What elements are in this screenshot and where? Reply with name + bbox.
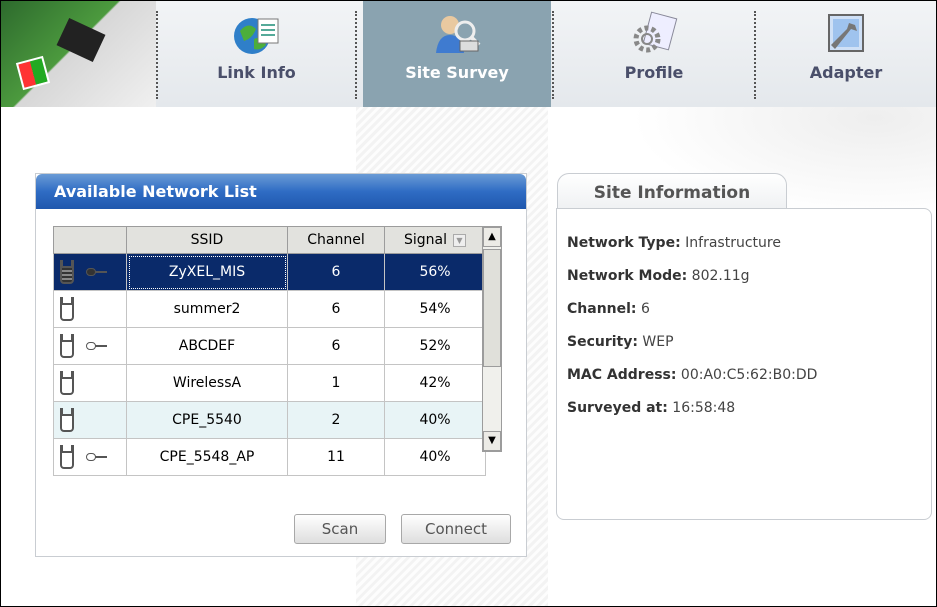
nav-divider: [355, 11, 357, 99]
scrollbar-thumb[interactable]: [483, 249, 501, 367]
access-point-icon: [60, 334, 74, 358]
ssid-cell: ZyXEL_MIS: [126, 253, 288, 291]
access-point-cell: [53, 438, 127, 476]
site-information-panel: Network Type: Infrastructure Network Mode…: [556, 208, 932, 520]
channel-cell: 6: [287, 327, 385, 365]
channel-cell: 6: [287, 290, 385, 328]
signal-cell: 52%: [384, 327, 486, 365]
available-network-panel: Available Network List SSID Channel Sign…: [35, 173, 527, 557]
info-label: Channel:: [567, 301, 637, 317]
signal-cell: 56%: [384, 253, 486, 291]
scan-button[interactable]: Scan: [294, 514, 386, 544]
info-value: 00:A0:C5:62:B0:DD: [680, 367, 818, 383]
table-row[interactable]: CPE_5548_AP 11 40%: [53, 438, 486, 476]
access-point-cell: [53, 290, 127, 328]
ssid-cell: ABCDEF: [126, 327, 288, 365]
scroll-up-arrow-icon[interactable]: ▲: [483, 227, 501, 247]
info-field: Network Type: Infrastructure: [567, 235, 781, 251]
signal-cell: 54%: [384, 290, 486, 328]
key-icon: [86, 453, 108, 461]
channel-cell: 1: [287, 364, 385, 402]
table-row[interactable]: ZyXEL_MIS 6 56%: [53, 253, 486, 291]
panel-title: Available Network List: [36, 174, 526, 209]
access-point-icon: [60, 297, 74, 321]
chip-graphic: [56, 17, 106, 63]
table-row[interactable]: summer2 6 54%: [53, 290, 486, 328]
access-point-icon: [60, 260, 74, 284]
site-information-tab: Site Information: [557, 173, 787, 211]
info-label: Network Mode:: [567, 268, 688, 284]
access-point-cell: [53, 401, 127, 439]
access-point-cell: [53, 327, 127, 365]
info-value: WEP: [642, 334, 674, 350]
access-point-icon: [60, 408, 74, 432]
info-field: Channel: 6: [567, 301, 650, 317]
sort-dropdown-icon[interactable]: ▼: [453, 233, 466, 247]
key-icon: [86, 268, 108, 276]
channel-cell: 6: [287, 253, 385, 291]
tab-link-info[interactable]: Link Info: [158, 1, 355, 107]
access-point-cell: [53, 364, 127, 402]
tab-label: Site Survey: [405, 63, 509, 82]
tab-label: Link Info: [217, 63, 296, 82]
ssid-cell: CPE_5540: [126, 401, 288, 439]
info-label: Security:: [567, 334, 638, 350]
table-row[interactable]: WirelessA 1 42%: [53, 364, 486, 402]
channel-cell: 2: [287, 401, 385, 439]
tab-adapter[interactable]: Adapter: [756, 1, 936, 107]
gear-document-icon: [633, 11, 678, 53]
signal-cell: 42%: [384, 364, 486, 402]
info-field: Network Mode: 802.11g: [567, 268, 750, 284]
adapter-wrench-icon: [828, 14, 864, 52]
tab-profile[interactable]: Profile: [554, 1, 754, 107]
info-label: MAC Address:: [567, 367, 677, 383]
column-header-channel[interactable]: Channel: [287, 226, 385, 254]
access-point-icon: [60, 371, 74, 395]
info-label: Network Type:: [567, 235, 681, 251]
table-row[interactable]: CPE_5540 2 40%: [53, 401, 486, 439]
globe-document-icon: [233, 18, 278, 54]
key-icon: [86, 342, 108, 350]
connect-button[interactable]: Connect: [401, 514, 511, 544]
info-value: Infrastructure: [685, 235, 781, 251]
signal-header-label: Signal: [403, 232, 447, 248]
table-header-row: SSID Channel Signal ▼: [53, 226, 486, 254]
content-area: Available Network List SSID Channel Sign…: [1, 107, 936, 606]
top-navigation: Link Info Site Survey Profile Adapter: [1, 1, 936, 107]
table-scrollbar[interactable]: ▲ ▼: [482, 226, 502, 452]
column-header-ssid[interactable]: SSID: [126, 226, 288, 254]
info-value: 16:58:48: [672, 400, 736, 416]
tab-label: Profile: [624, 63, 684, 82]
signal-cell: 40%: [384, 438, 486, 476]
scroll-down-arrow-icon[interactable]: ▼: [483, 431, 501, 451]
access-point-icon: [60, 445, 74, 469]
info-label: Surveyed at:: [567, 400, 668, 416]
tab-label: Adapter: [809, 63, 883, 82]
info-value: 6: [640, 301, 650, 317]
windows-logo: [15, 55, 51, 91]
column-header-signal[interactable]: Signal ▼: [384, 226, 486, 254]
info-value: 802.11g: [691, 268, 750, 284]
ssid-cell: CPE_5548_AP: [126, 438, 288, 476]
table-row[interactable]: ABCDEF 6 52%: [53, 327, 486, 365]
access-point-cell: [53, 253, 127, 291]
info-field: MAC Address: 00:A0:C5:62:B0:DD: [567, 367, 817, 383]
signal-cell: 40%: [384, 401, 486, 439]
info-field: Security: WEP: [567, 334, 674, 350]
ssid-cell: WirelessA: [126, 364, 288, 402]
tab-site-survey[interactable]: Site Survey: [363, 1, 551, 107]
channel-cell: 11: [287, 438, 385, 476]
user-search-icon: [436, 16, 481, 53]
network-table: SSID Channel Signal ▼ ZyXEL_MIS 6 56% summer…: [53, 226, 486, 476]
ssid-cell: summer2: [126, 290, 288, 328]
info-field: Surveyed at: 16:58:48: [567, 400, 735, 416]
icon-column-header: [53, 226, 127, 254]
product-logo: [1, 1, 156, 107]
utility-window: Link Info Site Survey Profile Adapter Av…: [0, 0, 937, 607]
